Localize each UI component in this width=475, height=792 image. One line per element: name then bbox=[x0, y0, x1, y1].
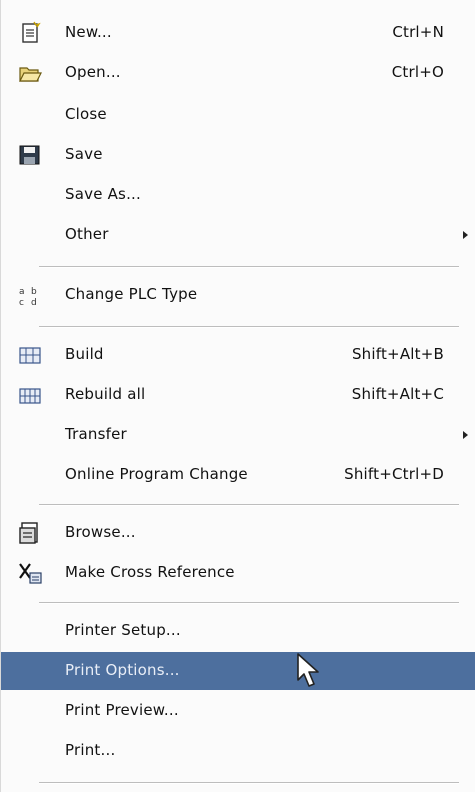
menu-item-save-as[interactable]: Save As... bbox=[1, 176, 475, 214]
menu-item-label: Print Options... bbox=[65, 661, 180, 679]
menu-item-shortcut: Shift+Ctrl+D bbox=[344, 465, 444, 483]
menu-item-label: Printer Setup... bbox=[65, 621, 181, 639]
svg-text:a: a bbox=[19, 287, 25, 297]
submenu-arrow-icon bbox=[463, 231, 468, 239]
menu-item-shortcut: Ctrl+N bbox=[392, 23, 444, 41]
menu-item-other[interactable]: Other bbox=[1, 216, 475, 254]
menu-item-make-cross-reference[interactable]: Make Cross Reference bbox=[1, 554, 475, 592]
build-icon bbox=[19, 347, 41, 364]
submenu-arrow-icon bbox=[463, 431, 468, 439]
menu-item-label: Close bbox=[65, 105, 107, 123]
file-menu: New... Ctrl+N Open... Ctrl+O Close Save … bbox=[0, 0, 475, 792]
menu-item-label: Save As... bbox=[65, 185, 141, 203]
svg-text:b: b bbox=[31, 287, 37, 297]
menu-item-online-program-change[interactable]: Online Program Change Shift+Ctrl+D bbox=[1, 456, 475, 494]
menu-item-label: New... bbox=[65, 23, 112, 41]
menu-item-shortcut: Ctrl+O bbox=[391, 63, 444, 81]
svg-text:d: d bbox=[31, 298, 37, 308]
menu-item-label: Build bbox=[65, 345, 104, 363]
menu-item-print-preview[interactable]: Print Preview... bbox=[1, 692, 475, 730]
browse-icon bbox=[19, 522, 38, 544]
menu-item-change-plc-type[interactable]: a b c d Change PLC Type bbox=[1, 276, 475, 314]
menu-item-print-options[interactable]: Print Options... bbox=[1, 652, 475, 690]
menu-separator bbox=[39, 782, 459, 784]
menu-item-label: Print... bbox=[65, 741, 116, 759]
change-plc-type-icon: a b c d bbox=[19, 287, 37, 308]
save-disk-icon bbox=[19, 145, 40, 165]
menu-item-print[interactable]: Print... bbox=[1, 732, 475, 770]
rebuild-all-icon bbox=[19, 388, 41, 404]
menu-item-printer-setup[interactable]: Printer Setup... bbox=[1, 612, 475, 650]
menu-item-label: Open... bbox=[65, 63, 121, 81]
menu-item-label: Make Cross Reference bbox=[65, 563, 235, 581]
menu-item-label: Transfer bbox=[65, 425, 127, 443]
menu-item-label: Other bbox=[65, 225, 109, 243]
menu-item-label: Save bbox=[65, 145, 103, 163]
menu-item-browse[interactable]: Browse... bbox=[1, 514, 475, 552]
menu-item-transfer[interactable]: Transfer bbox=[1, 416, 475, 454]
menu-item-open[interactable]: Open... Ctrl+O bbox=[1, 54, 475, 92]
menu-item-close[interactable]: Close bbox=[1, 96, 475, 134]
menu-item-rebuild-all[interactable]: Rebuild all Shift+Alt+C bbox=[1, 376, 475, 414]
menu-item-shortcut: Shift+Alt+B bbox=[351, 345, 444, 363]
svg-text:c: c bbox=[19, 298, 24, 308]
mouse-pointer-icon bbox=[297, 653, 319, 687]
menu-separator bbox=[39, 602, 459, 604]
menu-separator bbox=[39, 266, 459, 268]
menu-item-save[interactable]: Save bbox=[1, 136, 475, 174]
menu-item-label: Rebuild all bbox=[65, 385, 146, 403]
menu-item-build[interactable]: Build Shift+Alt+B bbox=[1, 336, 475, 374]
open-folder-icon bbox=[19, 67, 42, 82]
menu-item-shortcut: Shift+Alt+C bbox=[351, 385, 444, 403]
menu-separator bbox=[39, 504, 459, 506]
menu-item-label: Online Program Change bbox=[65, 465, 248, 483]
menu-item-label: Change PLC Type bbox=[65, 285, 198, 303]
new-document-icon bbox=[22, 21, 41, 43]
menu-item-label: Print Preview... bbox=[65, 701, 179, 719]
cross-reference-icon bbox=[19, 563, 42, 584]
menu-item-label: Browse... bbox=[65, 523, 136, 541]
menu-item-new[interactable]: New... Ctrl+N bbox=[1, 14, 475, 52]
menu-separator bbox=[39, 326, 459, 328]
